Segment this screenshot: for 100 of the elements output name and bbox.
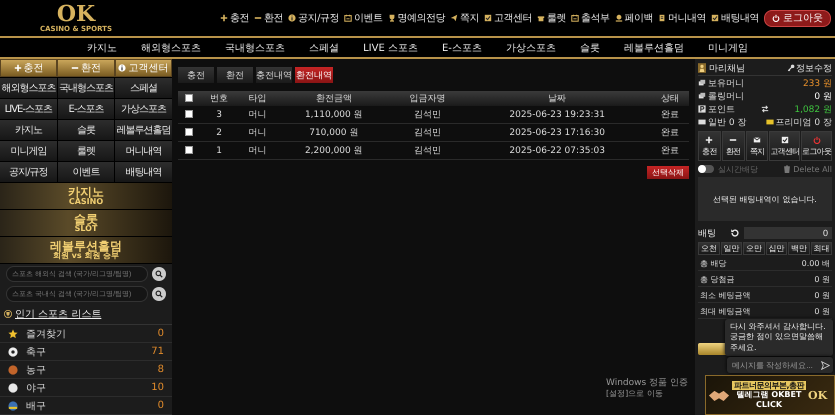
header-link[interactable]: 배팅내역 <box>711 11 759 25</box>
action-button[interactable]: 고객센터 <box>769 131 800 161</box>
search-button[interactable] <box>152 287 166 301</box>
sport-row[interactable]: 즐겨찾기 0 <box>0 325 172 343</box>
chat-input[interactable]: 메시지를 작성하세요... <box>727 357 833 373</box>
nav-item[interactable]: E-스포츠 <box>442 40 482 54</box>
menu-button[interactable]: 국내형스포츠 <box>58 78 114 98</box>
game-banner[interactable]: 레볼루션홀덤 회원 vs 회원 승부 <box>0 237 172 264</box>
header-link[interactable]: 환전 <box>254 11 284 25</box>
search-button[interactable] <box>152 267 166 281</box>
nav-item[interactable]: 카지노 <box>87 40 118 54</box>
action-button[interactable]: 환전 <box>722 131 745 161</box>
menu-button[interactable]: 룰렛 <box>58 141 114 161</box>
nav-item[interactable]: 슬롯 <box>580 40 600 54</box>
coupon-count: 일반 0 장 <box>708 116 746 128</box>
header-link[interactable]: 룰렛 <box>537 11 566 25</box>
sport-row[interactable]: 축구 71 <box>0 343 172 361</box>
toggle-switch[interactable] <box>698 165 714 173</box>
action-button[interactable]: 충전 <box>698 131 721 161</box>
logout-button[interactable]: 로그아웃 <box>764 10 831 26</box>
menu-button[interactable]: 배팅내역 <box>115 162 172 182</box>
nav-item[interactable]: 가상스포츠 <box>506 40 556 54</box>
table-cell: 김석민 <box>414 146 441 156</box>
quick-button[interactable]: 충전 <box>0 59 58 77</box>
nav-item[interactable]: LIVE 스포츠 <box>363 40 418 54</box>
table-cell: 머니 <box>248 128 266 138</box>
nav-item[interactable]: 레볼루션홀덤 <box>624 40 684 54</box>
amount-chip[interactable]: 백만 <box>788 242 810 255</box>
menu-button[interactable]: 가상스포츠 <box>115 99 172 119</box>
delete-all-link[interactable]: Delete All <box>783 164 832 174</box>
table-cell: 710,000 원 <box>309 128 358 138</box>
menu-button[interactable]: 슬롯 <box>58 120 114 140</box>
calendar-icon <box>344 14 352 22</box>
tab[interactable]: 충전내역 <box>256 67 292 83</box>
edit-profile-link[interactable]: 정보수정 <box>787 62 832 74</box>
menu-button[interactable]: 머니내역 <box>115 141 172 161</box>
logo-title: OK <box>56 2 96 24</box>
nav-item[interactable]: 해외형스포츠 <box>141 40 202 54</box>
table-cell: 김석민 <box>414 128 441 138</box>
info-icon <box>118 64 126 72</box>
amount-chip[interactable]: 일만 <box>720 242 742 255</box>
header-link[interactable]: 쪽지 <box>450 11 479 25</box>
menu-button[interactable]: E-스포츠 <box>58 99 114 119</box>
nav-item[interactable]: 미니게임 <box>708 40 748 54</box>
info-icon <box>288 14 296 22</box>
amount-chip[interactable]: 오천 <box>698 242 720 255</box>
minus-icon <box>70 64 79 72</box>
menu-button[interactable]: 공지/규정 <box>0 162 57 182</box>
sport-row[interactable]: 배구 0 <box>0 397 172 415</box>
bet-label: 배팅 <box>698 228 717 240</box>
amount-chip[interactable]: 오만 <box>743 242 764 255</box>
header-link[interactable]: 이벤트 <box>344 11 382 25</box>
basketball-icon <box>8 364 18 374</box>
game-banner[interactable]: 카지노 CASINO <box>0 183 172 210</box>
reset-icon[interactable] <box>730 228 740 238</box>
header-link[interactable]: 충전 <box>220 11 250 25</box>
checkbox[interactable] <box>185 128 193 136</box>
bet-amount-field[interactable]: 0 <box>744 227 832 239</box>
header-link[interactable]: 페이백 <box>614 11 653 25</box>
send-icon[interactable] <box>821 360 830 370</box>
menu-button[interactable]: LIVE-스포츠 <box>0 99 57 119</box>
action-button[interactable]: 로그아웃 <box>801 131 832 161</box>
menu-button[interactable]: 레볼루션홀덤 <box>115 120 172 140</box>
amount-chip[interactable]: 십만 <box>766 242 787 255</box>
sport-count: 8 <box>158 364 164 375</box>
paper-plane-icon <box>450 14 458 22</box>
nav-item[interactable]: 국내형스포츠 <box>225 40 286 54</box>
ticket-icon <box>766 118 774 126</box>
action-button[interactable]: 쪽지 <box>746 131 768 161</box>
quick-button[interactable]: 환전 <box>57 59 115 77</box>
sport-name: 배구 <box>26 400 46 412</box>
chat-tooltip: 다시 와주셔서 감사합니다. 궁금한 점이 있으면말씀해주세요. <box>725 319 833 356</box>
checkbox[interactable] <box>185 94 193 102</box>
tab[interactable]: 환전내역 <box>295 67 333 83</box>
tab[interactable]: 충전 <box>178 67 214 83</box>
sport-row[interactable]: 야구 10 <box>0 379 172 397</box>
sport-row[interactable]: 농구 8 <box>0 361 172 379</box>
tab[interactable]: 환전 <box>217 67 253 83</box>
menu-button[interactable]: 이벤트 <box>58 162 114 182</box>
header-link[interactable]: 머니내역 <box>658 11 706 25</box>
ad-banner[interactable]: 파트너문의부본,총판 텔레그램 OKBET CLICK OK <box>705 375 835 415</box>
coupon-count: 프리미엄 0 장 <box>776 116 832 128</box>
sport-count: 0 <box>158 400 164 411</box>
quick-button[interactable]: 고객센터 <box>114 59 172 77</box>
menu-button[interactable]: 미니게임 <box>0 141 57 161</box>
amount-chip[interactable]: 최대 <box>810 242 832 255</box>
header-link[interactable]: 고객센터 <box>484 11 532 25</box>
menu-button[interactable]: 카지노 <box>0 120 57 140</box>
header-link[interactable]: 출석부 <box>571 11 610 25</box>
power-icon <box>772 14 780 22</box>
delete-selected-button[interactable]: 선택삭제 <box>647 166 689 179</box>
game-banner[interactable]: 슬롯 SLOT <box>0 210 172 237</box>
header-link[interactable]: 명예의전당 <box>388 11 445 25</box>
header-link[interactable]: 공지/규정 <box>288 11 339 25</box>
menu-button[interactable]: 스페셜 <box>115 78 172 98</box>
nav-item[interactable]: 스페셜 <box>309 40 340 54</box>
checkbox[interactable] <box>185 146 193 154</box>
menu-button[interactable]: 해외형스포츠 <box>0 78 57 98</box>
checkbox[interactable] <box>185 110 193 118</box>
mail-icon <box>752 136 761 144</box>
